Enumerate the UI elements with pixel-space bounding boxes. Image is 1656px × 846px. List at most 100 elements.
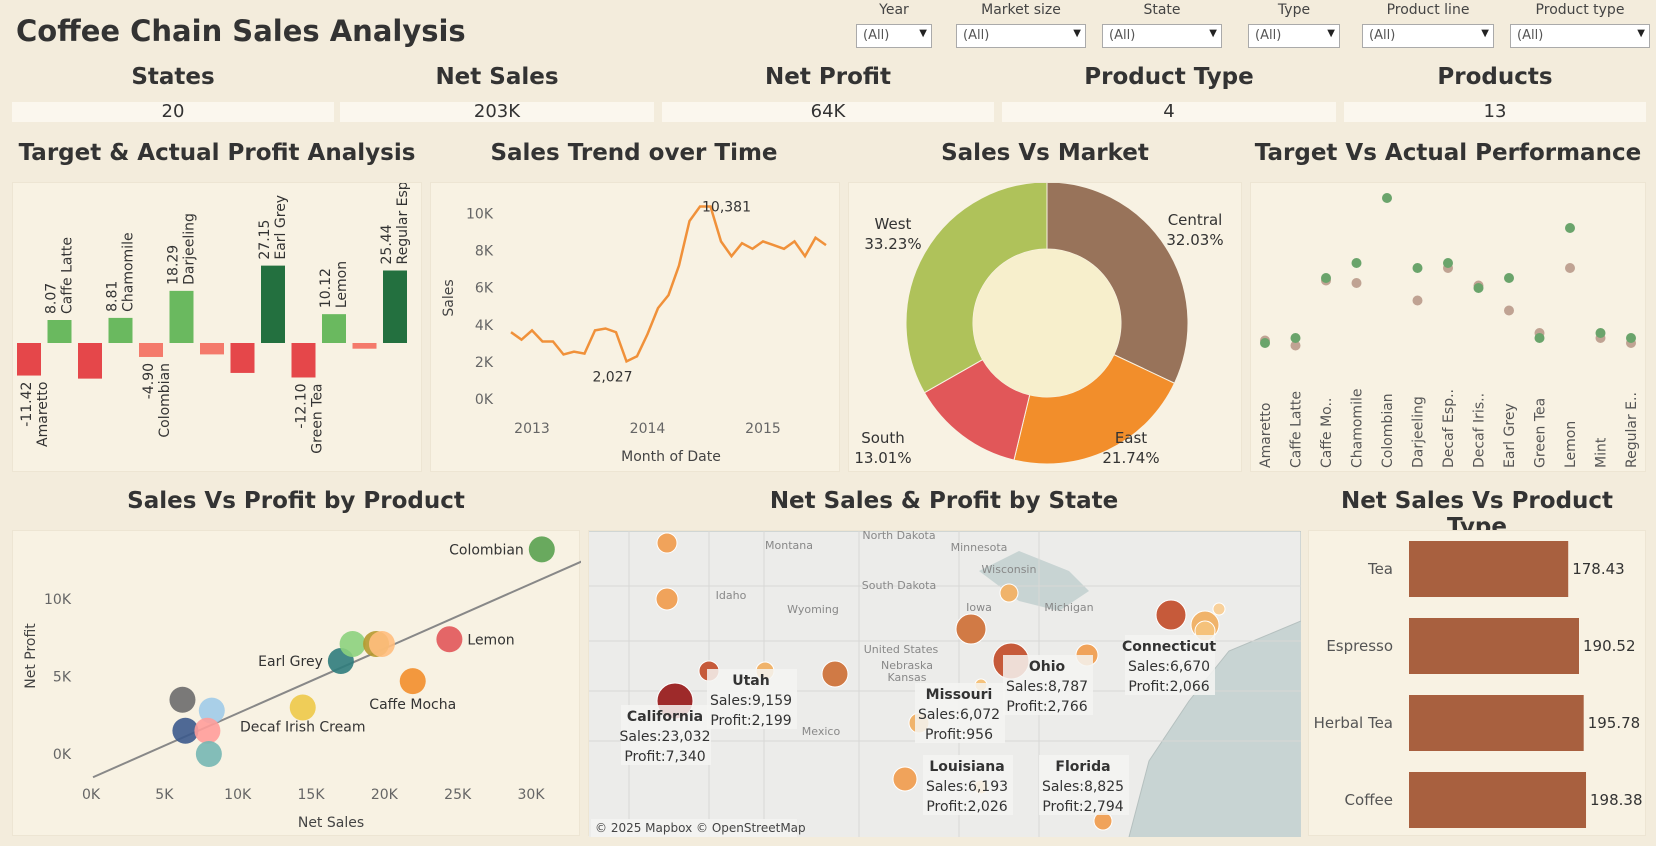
target-perf-panel: Amaretto Caffe Latte Caffe Mo.. Chamomile Co…: [1250, 182, 1646, 472]
bar-name-label: Amaretto: [35, 382, 51, 447]
filter-dropdown[interactable]: (All) ▼: [1102, 24, 1222, 48]
dropdown-arrow-icon[interactable]: ▼: [1209, 28, 1217, 39]
filter-dropdown[interactable]: (All) ▼: [1510, 24, 1650, 48]
target-dot: [1565, 263, 1575, 273]
x-tick-label: 2015: [745, 421, 781, 437]
category-label: Darjeeling: [1411, 396, 1427, 468]
tooltip-state: Connecticut: [1122, 639, 1216, 655]
kpi-states: States 20: [12, 64, 334, 122]
product-point: [169, 686, 196, 713]
y-tick-label: 2K: [475, 355, 494, 371]
filter-state[interactable]: State (All) ▼: [1102, 2, 1222, 48]
target-dot: [1412, 295, 1423, 306]
sales-market-chart: Central 32.03% East 21.74% South 13.01% West 33…: [854, 181, 1224, 467]
sales-trend-panel: 0K 2K 4K 6K 8K 10K Sales 2013 2014 2015 Month of D…: [430, 182, 840, 472]
category-label: Green Tea: [1533, 398, 1549, 468]
tooltip-state: Missouri: [926, 687, 993, 703]
dropdown-arrow-icon[interactable]: ▼: [1481, 28, 1489, 39]
filter-dropdown[interactable]: (All) ▼: [1362, 24, 1494, 48]
category-label: Decaf Esp..: [1441, 389, 1457, 468]
kpi-label: States: [131, 64, 215, 90]
bar-name-label: Colombian: [157, 363, 173, 438]
actual-dot: [1595, 328, 1606, 338]
sales-trend-chart: 0K 2K 4K 6K 8K 10K Sales 2013 2014 2015 Month of D…: [441, 199, 827, 465]
filter-dropdown[interactable]: (All) ▼: [956, 24, 1086, 48]
kpi-value: 64K: [662, 102, 994, 122]
dropdown-arrow-icon[interactable]: ▼: [919, 28, 927, 39]
state-map-panel[interactable]: Montana North Dakota South Dakota Wyoming Id…: [588, 529, 1302, 838]
y-tick-label: 0K: [475, 392, 494, 408]
category-label: Decaf Iris..: [1472, 393, 1488, 468]
category-label: Colombian: [1380, 393, 1396, 468]
x-tick-label: 5K: [155, 787, 174, 803]
actual-dot: [1382, 193, 1392, 203]
state-bubble: [1155, 599, 1187, 631]
tooltip-sales: Sales:6,193: [926, 779, 1008, 795]
tooltip-sales: Sales:8,825: [1042, 779, 1124, 795]
filter-product-type[interactable]: Product type (All) ▼: [1510, 2, 1650, 48]
category-label: Coffee: [1345, 791, 1393, 809]
min-annotation: 2,027: [592, 369, 632, 385]
y-tick-label: 8K: [475, 244, 494, 260]
actual-dot: [1321, 273, 1331, 283]
dropdown-arrow-icon[interactable]: ▼: [1637, 28, 1645, 39]
dropdown-arrow-icon[interactable]: ▼: [1327, 28, 1335, 39]
section-title-sales-market: Sales Vs Market: [941, 140, 1149, 166]
filter-year[interactable]: Year (All) ▼: [856, 2, 932, 48]
y-tick-label: 6K: [475, 281, 494, 297]
kpi-value: 4: [1002, 102, 1336, 122]
tooltip-state: Utah: [732, 673, 769, 689]
product-point: [195, 741, 222, 767]
dropdown-arrow-icon[interactable]: ▼: [1073, 28, 1081, 39]
x-tick-label: 0K: [82, 787, 101, 803]
product-point: [528, 536, 555, 563]
filter-product-line[interactable]: Product line (All) ▼: [1362, 2, 1494, 48]
donut-hole: [973, 249, 1121, 397]
y-tick-label: 0K: [53, 747, 72, 763]
target-actual-chart: -11.42 Amaretto 8.07 Caffe Latte 8.81 Chamomi…: [17, 144, 411, 454]
product-type-panel: Tea 178.43 Espresso 190.52 Herbal Tea 195.78 C…: [1308, 530, 1646, 836]
actual-dot: [1565, 223, 1575, 233]
tooltip-profit: Profit:2,794: [1042, 799, 1123, 815]
x-tick-label: 15K: [298, 787, 326, 803]
kpi-net-profit: Net Profit 64K: [662, 64, 994, 122]
actual-dot: [1290, 333, 1301, 343]
state-bubble: [821, 660, 849, 688]
bar-value-label: 10.12: [318, 268, 334, 308]
category-label: Tea: [1367, 560, 1393, 578]
tooltip-profit: Profit:2,199: [710, 713, 791, 729]
y-tick-label: 10K: [44, 592, 72, 608]
bar-value-label: -12.10: [294, 383, 310, 428]
profit-bar: [291, 343, 316, 378]
state-map-chart[interactable]: Montana North Dakota South Dakota Wyoming Id…: [589, 529, 1302, 838]
actual-dot: [1534, 333, 1545, 343]
slice-name-label: Central: [1168, 211, 1223, 229]
slice-pct-label: 21.74%: [1102, 449, 1159, 467]
filter-dropdown[interactable]: (All) ▼: [856, 24, 932, 48]
y-axis-label: Sales: [441, 279, 457, 316]
bar-value-label: -11.42: [19, 382, 35, 427]
bar-value-label: 195.78: [1588, 714, 1641, 732]
point-label: Earl Grey: [258, 654, 323, 670]
profit-bar: [17, 343, 41, 376]
x-tick-label: 30K: [518, 787, 546, 803]
section-title-sales-profit: Sales Vs Profit by Product: [127, 488, 465, 514]
kpi-label: Products: [1437, 64, 1553, 90]
actual-dot: [1351, 258, 1362, 268]
filter-dropdown[interactable]: (All) ▼: [1248, 24, 1340, 48]
kpi-label: Net Sales: [435, 64, 559, 90]
tooltip-profit: Profit:7,340: [624, 749, 705, 765]
bar-value-label: 18.29: [166, 245, 182, 285]
point-label: Caffe Mocha: [369, 697, 456, 713]
target-dot: [1351, 278, 1362, 288]
filter-market-size[interactable]: Market size (All) ▼: [956, 2, 1086, 48]
filter-type[interactable]: Type (All) ▼: [1248, 2, 1340, 48]
map-place-label: Kansas: [888, 671, 927, 684]
profit-bar: [108, 317, 133, 343]
category-label: Regular E..: [1624, 392, 1640, 468]
category-label: Earl Grey: [1502, 403, 1518, 468]
bar-value-label: -4.90: [141, 363, 157, 399]
section-title-state-map: Net Sales & Profit by State: [769, 488, 1119, 514]
slice-pct-label: 32.03%: [1166, 231, 1223, 249]
filter-value: (All): [863, 28, 890, 43]
